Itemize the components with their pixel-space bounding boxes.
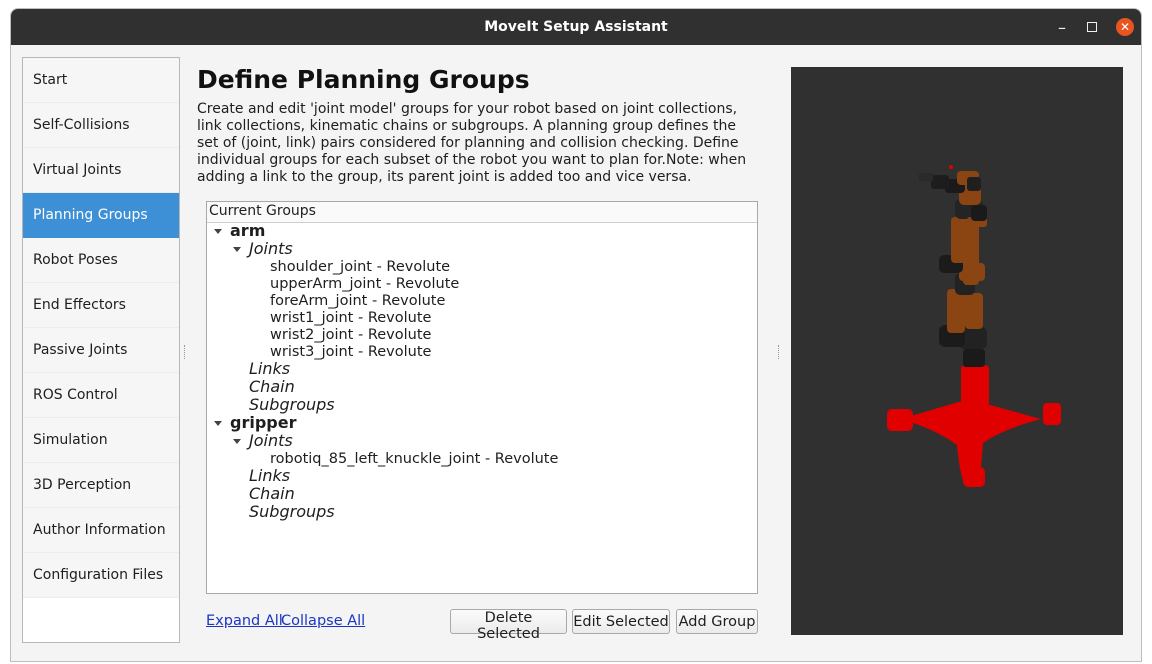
tree-item-joint[interactable]: wrist1_joint - Revolute: [270, 309, 431, 327]
robot-3d-viewport[interactable]: [791, 67, 1123, 635]
app-window: MoveIt Setup Assistant – ✕ Start Self-Co…: [10, 8, 1142, 662]
tree-header: Current Groups: [207, 202, 757, 223]
expand-arrow-icon[interactable]: [214, 229, 222, 234]
sidebar-item-self-collisions[interactable]: Self-Collisions: [23, 103, 179, 148]
window-title: MoveIt Setup Assistant: [484, 19, 668, 35]
sidebar-item-3d-perception[interactable]: 3D Perception: [23, 463, 179, 508]
group-arm[interactable]: arm: [230, 222, 265, 240]
tree-item-joints[interactable]: Joints: [249, 432, 293, 450]
sidebar-item-virtual-joints[interactable]: Virtual Joints: [23, 148, 179, 193]
delete-selected-button[interactable]: Delete Selected: [450, 609, 567, 642]
sidebar-item-end-effectors[interactable]: End Effectors: [23, 283, 179, 328]
edit-selected-button[interactable]: Edit Selected: [572, 609, 670, 634]
tree-item-joint[interactable]: foreArm_joint - Revolute: [270, 292, 445, 310]
maximize-icon[interactable]: [1081, 9, 1103, 45]
tree-item-joint[interactable]: robotiq_85_left_knuckle_joint - Revolute: [270, 450, 558, 468]
sidebar-item-passive-joints[interactable]: Passive Joints: [23, 328, 179, 373]
tree-item-joint[interactable]: wrist2_joint - Revolute: [270, 326, 431, 344]
page-title: Define Planning Groups: [197, 65, 530, 94]
tree-item-subgroups[interactable]: Subgroups: [249, 396, 335, 414]
tree-item-chain[interactable]: Chain: [249, 378, 295, 396]
tree-item-chain[interactable]: Chain: [249, 485, 295, 503]
sidebar-item-start[interactable]: Start: [23, 58, 179, 103]
collapse-all-link[interactable]: Collapse All: [281, 613, 365, 629]
title-bar[interactable]: MoveIt Setup Assistant: [11, 9, 1141, 45]
sidebar: Start Self-Collisions Virtual Joints Pla…: [22, 57, 180, 643]
sidebar-item-robot-poses[interactable]: Robot Poses: [23, 238, 179, 283]
tree-item-joint[interactable]: shoulder_joint - Revolute: [270, 258, 450, 276]
tree-item-links[interactable]: Links: [249, 360, 290, 378]
sidebar-item-ros-control[interactable]: ROS Control: [23, 373, 179, 418]
expand-arrow-icon[interactable]: [233, 247, 241, 252]
sidebar-item-configuration-files[interactable]: Configuration Files: [23, 553, 179, 598]
groups-tree[interactable]: Current Groups arm Joints shoulder_joint…: [206, 201, 758, 594]
robot-base: [887, 365, 1061, 487]
robot-arm: [919, 165, 987, 367]
tree-item-subgroups[interactable]: Subgroups: [249, 503, 335, 521]
group-gripper[interactable]: gripper: [230, 414, 296, 432]
close-icon[interactable]: ✕: [1115, 9, 1135, 45]
add-group-button[interactable]: Add Group: [676, 609, 758, 634]
expand-arrow-icon[interactable]: [233, 439, 241, 444]
tree-item-joint[interactable]: upperArm_joint - Revolute: [270, 275, 459, 293]
tree-item-links[interactable]: Links: [249, 467, 290, 485]
sidebar-item-simulation[interactable]: Simulation: [23, 418, 179, 463]
left-splitter-handle[interactable]: [184, 345, 187, 359]
minimize-icon[interactable]: –: [1051, 9, 1073, 45]
planning-groups-panel: Define Planning Groups Create and edit '…: [197, 57, 767, 647]
page-description: Create and edit 'joint model' groups for…: [197, 101, 747, 185]
expand-arrow-icon[interactable]: [214, 421, 222, 426]
sidebar-item-author-information[interactable]: Author Information: [23, 508, 179, 553]
tree-item-joints[interactable]: Joints: [249, 240, 293, 258]
expand-all-link[interactable]: Expand All: [206, 613, 283, 629]
tree-item-joint[interactable]: wrist3_joint - Revolute: [270, 343, 431, 361]
right-splitter-handle[interactable]: [778, 345, 781, 359]
sidebar-item-planning-groups[interactable]: Planning Groups: [23, 193, 179, 238]
robot-model-render: [887, 165, 1061, 487]
